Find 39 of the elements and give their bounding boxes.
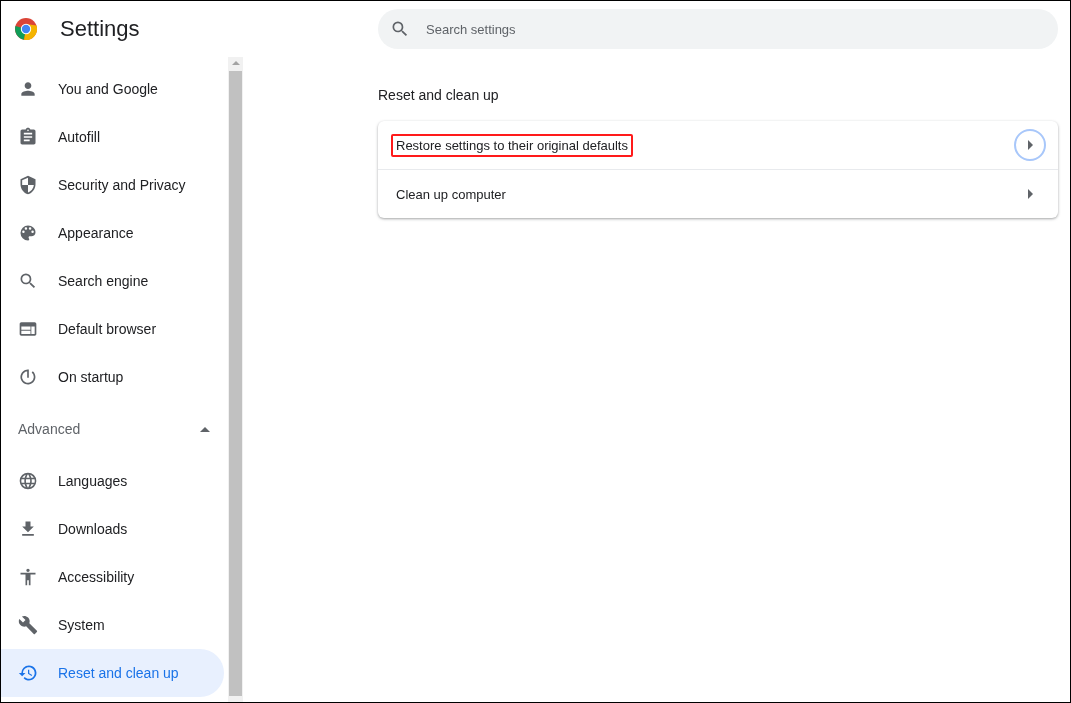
clipboard-icon xyxy=(18,127,38,147)
search-field[interactable]: Search settings xyxy=(378,9,1058,49)
sidebar-item[interactable]: Security and Privacy xyxy=(1,161,224,209)
sidebar-item[interactable]: On startup xyxy=(1,353,224,401)
palette-icon xyxy=(18,223,38,243)
power-icon xyxy=(18,367,38,387)
sidebar-item[interactable]: Appearance xyxy=(1,209,224,257)
sidebar-item[interactable]: Downloads xyxy=(1,505,224,553)
row-label: Clean up computer xyxy=(395,185,507,204)
history-icon xyxy=(18,663,38,683)
settings-row[interactable]: Clean up computer xyxy=(378,169,1058,218)
chrome-logo-icon xyxy=(14,17,38,41)
page-title: Settings xyxy=(60,16,140,42)
accessibility-icon xyxy=(18,567,38,587)
scrollbar-thumb[interactable] xyxy=(229,71,242,696)
arrow-right-icon xyxy=(1027,140,1033,150)
sidebar-item[interactable]: Accessibility xyxy=(1,553,224,601)
row-label: Restore settings to their original defaults xyxy=(391,133,633,157)
browser-window-icon xyxy=(18,319,38,339)
expand-arrow-button[interactable] xyxy=(1014,129,1046,161)
settings-row[interactable]: Restore settings to their original defaults xyxy=(378,121,1058,169)
wrench-icon xyxy=(18,615,38,635)
sidebar-item[interactable]: You and Google xyxy=(1,65,224,113)
globe-icon xyxy=(18,471,38,491)
section-title: Reset and clean up xyxy=(378,87,500,103)
advanced-section-toggle[interactable]: Advanced xyxy=(1,401,228,457)
sidebar-item[interactable]: Search engine xyxy=(1,257,224,305)
sidebar-item[interactable]: Autofill xyxy=(1,113,224,161)
search-input[interactable]: Search settings xyxy=(424,20,1058,38)
shield-icon xyxy=(18,175,38,195)
sidebar-item[interactable]: Reset and clean up xyxy=(1,649,224,697)
sidebar-item[interactable]: Default browser xyxy=(1,305,224,353)
search-icon xyxy=(18,271,38,291)
sidebar-item[interactable]: Languages xyxy=(1,457,224,505)
scroll-up-arrow-icon[interactable] xyxy=(231,61,240,65)
search-icon xyxy=(390,19,410,39)
sidebar-item[interactable]: System xyxy=(1,601,224,649)
scrollbar[interactable] xyxy=(228,57,243,702)
arrow-right-icon xyxy=(1027,189,1033,199)
